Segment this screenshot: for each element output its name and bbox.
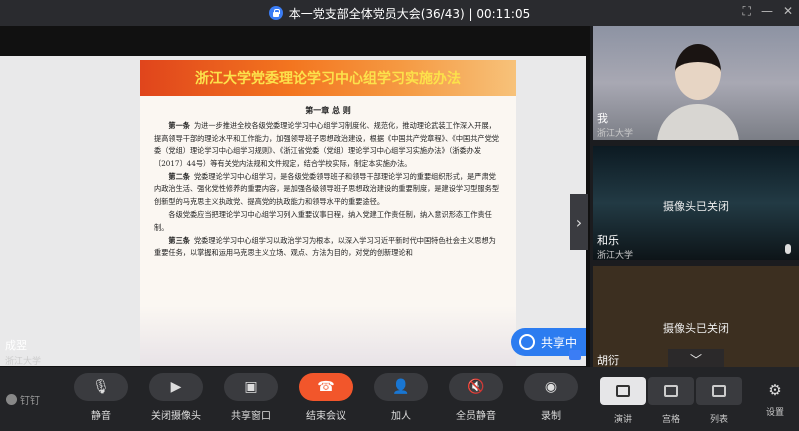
document-paragraph: 第一条 为进一步推进全校各级党委理论学习中心组学习制度化、规范化，推动理论武装工作… [154,121,499,168]
share-window-button[interactable]: ▣ 共享窗口 [223,373,279,422]
participant-panel: 我 浙江大学 摄像头已关闭 和乐 浙江大学 摄像头已关闭 胡衍 [593,26,799,367]
record-button[interactable]: ◉ 录制 [523,373,579,422]
view-speaker-label: 演讲 [613,415,632,425]
share-phone-icon [519,334,535,350]
participant-tile[interactable]: 摄像头已关闭 和乐 浙江大学 [593,146,799,260]
document-title: 浙江大学党委理论学习中心组学习实施办法 [195,71,461,87]
participant-name: 和乐 [597,234,619,247]
dingtalk-icon [6,394,17,405]
document-banner: 浙江大学党委理论学习中心组学习实施办法 [140,60,516,96]
document-paragraph: 第二条 党委理论学习中心组学习，是各级党委领导班子和领导干部理论学习的重要组织形式… [154,172,500,206]
participant-name: 我 [597,112,608,125]
document-background-image [140,306,516,366]
participant-video [653,44,743,140]
camera-button[interactable]: ▶ 关闭摄像头 [148,373,204,422]
participant-name: 胡衍 [597,354,619,367]
add-user-icon: 👤 [374,373,428,401]
camera-icon: ▶ [149,373,203,401]
meeting-toolbar: 钉钉 🎙 静音 ▶ 关闭摄像头 ▣ 共享窗口 ☎ 结束会议 👤 加人 🔇 全员静… [0,367,799,431]
shared-content: 浙江大学党委理论学习中心组学习实施办法 第一章 总 则 第一条 为进一步推进全校各… [0,56,586,366]
presenter-name: 成翌 [5,339,27,352]
view-grid-label: 宫格 [661,415,680,425]
mute-all-icon: 🔇 [449,373,503,401]
share-screen-icon: ▣ [224,373,278,401]
view-speaker-button[interactable] [600,377,646,405]
participant-tile[interactable]: 我 浙江大学 [593,26,799,140]
shared-screen-area: 浙江大学党委理论学习中心组学习实施办法 第一章 总 则 第一条 为进一步推进全校各… [0,26,590,367]
document-paragraph: 第三条 党委理论学习中心组学习以政治学习为根本，以深入学习习近平新时代中国特色社会… [154,236,496,258]
view-list-button[interactable] [696,377,742,405]
end-meeting-button[interactable]: ☎ 结束会议 [298,373,354,422]
record-icon: ◉ [524,373,578,401]
view-grid-button[interactable] [648,377,694,405]
fullscreen-icon[interactable]: ⛶ [743,4,751,19]
meeting-title-text: 本一党支部全体党员大会(36/43) | 00:11:05 [288,6,531,21]
close-icon[interactable]: ✕ [783,4,793,19]
presenter-org: 浙江大学 [5,357,42,367]
hang-up-icon: ☎ [299,373,353,401]
dingtalk-brand: 钉钉 [6,392,40,407]
minimize-icon[interactable]: — [761,4,773,19]
add-person-button[interactable]: 👤 加人 [373,373,429,422]
document-paragraph: 各级党委应当把理论学习中心组学习列入重要议事日程，纳入党建工作责任制，纳入意识形… [154,210,492,232]
grid-view-icon [664,385,678,397]
gear-icon: ⚙ [768,381,782,399]
participant-org: 浙江大学 [597,129,634,139]
sharing-status-label: 共享中 [541,335,578,350]
view-mode-switch [600,377,742,405]
mute-all-button[interactable]: 🔇 全员静音 [448,373,504,422]
settings-button[interactable]: ⚙ 设置 [760,381,790,418]
microphone-icon [785,244,791,254]
lock-icon [268,6,283,20]
shared-document: 浙江大学党委理论学习中心组学习实施办法 第一章 总 则 第一条 为进一步推进全校各… [140,60,516,366]
microphone-icon: 🎙 [74,373,128,401]
view-list-label: 列表 [709,415,728,425]
screen-share-icon [569,350,581,360]
camera-off-label: 摄像头已关闭 [663,322,729,335]
camera-off-label: 摄像头已关闭 [663,200,729,213]
list-view-icon [712,385,726,397]
document-chapter: 第一章 总 则 [305,105,351,115]
mute-button[interactable]: 🎙 静音 [73,373,129,422]
title-bar: 本一党支部全体党员大会(36/43) | 00:11:05 ⛶ — ✕ [0,0,799,26]
participant-org: 浙江大学 [597,251,634,260]
chevron-down-icon[interactable]: ﹀ [668,349,724,369]
speaker-view-icon [616,385,630,397]
meeting-title: 本一党支部全体党员大会(36/43) | 00:11:05 [268,5,531,22]
chevron-right-icon[interactable]: › [570,194,588,250]
